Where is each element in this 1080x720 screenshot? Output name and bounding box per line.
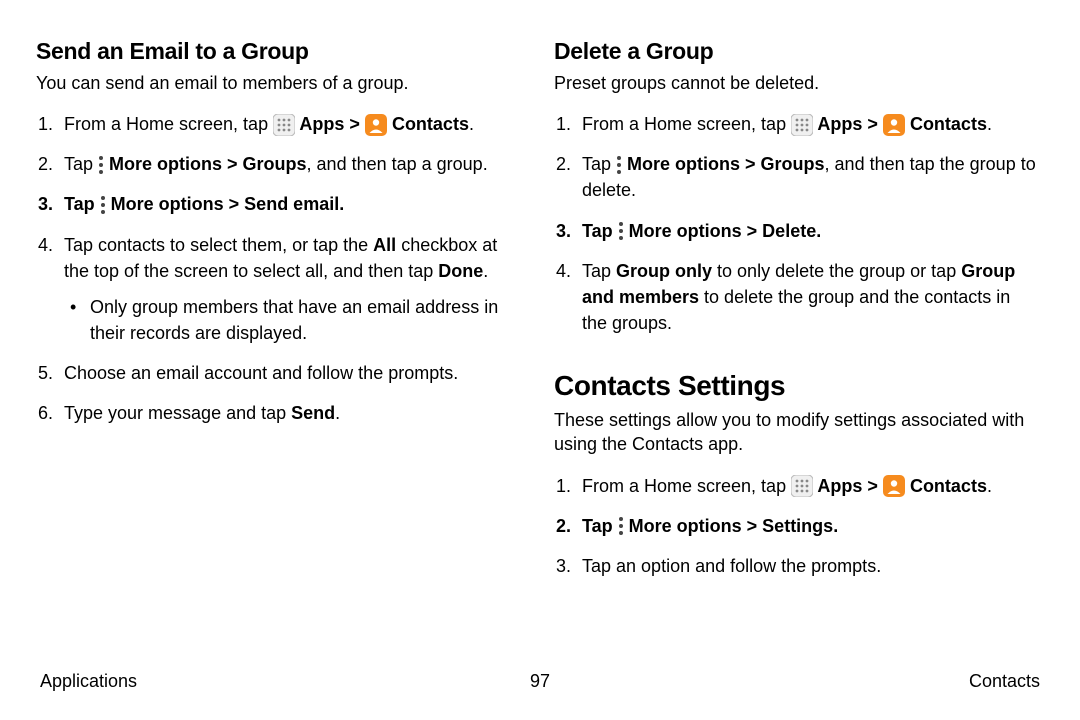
footer-left: Applications — [40, 671, 137, 692]
contacts-settings-steps: From a Home screen, tap Apps > Contacts.… — [554, 473, 1040, 579]
apps-icon — [791, 114, 813, 136]
send-email-steps: From a Home screen, tap Apps > Contacts.… — [36, 111, 522, 426]
step: Tap More options > Groups, and then tap … — [554, 151, 1040, 203]
step: Tap More options > Settings. — [554, 513, 1040, 539]
step: Type your message and tap Send. — [36, 400, 522, 426]
send-email-heading: Send an Email to a Group — [36, 38, 522, 65]
delete-group-steps: From a Home screen, tap Apps > Contacts.… — [554, 111, 1040, 336]
more-options-icon — [618, 221, 624, 241]
step: Tap Group only to only delete the group … — [554, 258, 1040, 336]
step: Tap an option and follow the prompts. — [554, 553, 1040, 579]
step: Tap More options > Send email. — [36, 191, 522, 217]
contacts-settings-heading: Contacts Settings — [554, 370, 1040, 402]
more-options-icon — [616, 155, 622, 175]
page-number: 97 — [530, 671, 550, 692]
contacts-icon — [883, 475, 905, 497]
contacts-icon — [365, 114, 387, 136]
step: From a Home screen, tap Apps > Contacts. — [554, 111, 1040, 137]
send-email-lead: You can send an email to members of a gr… — [36, 71, 522, 95]
more-options-icon — [618, 516, 624, 536]
step: From a Home screen, tap Apps > Contacts. — [36, 111, 522, 137]
more-options-icon — [100, 195, 106, 215]
step: Tap contacts to select them, or tap the … — [36, 232, 522, 346]
page-footer: Applications 97 Contacts — [40, 671, 1040, 692]
apps-icon — [273, 114, 295, 136]
footer-right: Contacts — [969, 671, 1040, 692]
left-column: Send an Email to a Group You can send an… — [36, 38, 522, 593]
right-column: Delete a Group Preset groups cannot be d… — [554, 38, 1040, 593]
step: Choose an email account and follow the p… — [36, 360, 522, 386]
bullet: Only group members that have an email ad… — [64, 294, 522, 346]
contacts-settings-lead: These settings allow you to modify setti… — [554, 408, 1040, 457]
contacts-icon — [883, 114, 905, 136]
delete-group-lead: Preset groups cannot be deleted. — [554, 71, 1040, 95]
step: From a Home screen, tap Apps > Contacts. — [554, 473, 1040, 499]
step: Tap More options > Groups, and then tap … — [36, 151, 522, 177]
page-columns: Send an Email to a Group You can send an… — [36, 38, 1040, 593]
delete-group-heading: Delete a Group — [554, 38, 1040, 65]
step: Tap More options > Delete. — [554, 218, 1040, 244]
more-options-icon — [98, 155, 104, 175]
apps-icon — [791, 475, 813, 497]
